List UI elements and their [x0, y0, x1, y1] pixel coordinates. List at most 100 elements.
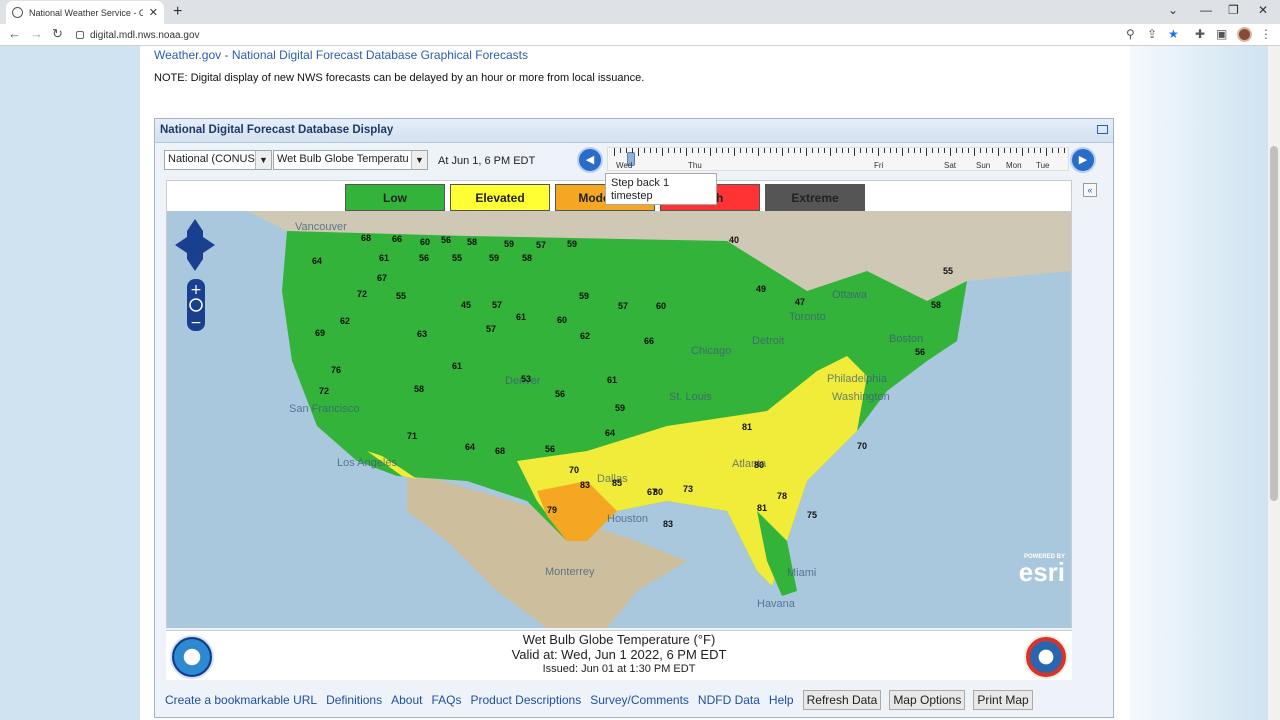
- forecast-value: 55: [943, 266, 954, 276]
- footer-link[interactable]: About: [391, 693, 422, 707]
- timeline-tick: [728, 148, 729, 153]
- timeline-tick: [860, 148, 861, 153]
- timeline-tick: [746, 148, 747, 153]
- extensions-icon[interactable]: ✚: [1195, 27, 1205, 41]
- step-back-tooltip: Step back 1 timestep: [605, 173, 717, 205]
- step-forward-button[interactable]: ▶: [1070, 147, 1096, 173]
- footer-link[interactable]: Definitions: [326, 693, 382, 707]
- bookmark-star-icon[interactable]: ★: [1168, 27, 1179, 41]
- header-link[interactable]: Weather.gov - National Digital Forecast …: [154, 48, 528, 62]
- city-label: Toronto: [789, 311, 826, 323]
- collapse-sidebar-icon[interactable]: «: [1083, 183, 1097, 197]
- timeline-tick: [914, 148, 915, 153]
- url-field[interactable]: digital.mdl.nws.noaa.gov: [76, 26, 1116, 44]
- map-container: LowElevatedModerateHighExtreme Vancouver…: [166, 180, 1072, 628]
- timeline-tick: [662, 148, 663, 156]
- footer-link[interactable]: FAQs: [431, 693, 461, 707]
- step-back-button[interactable]: ◀: [577, 147, 603, 173]
- timeline-tick: [998, 148, 999, 156]
- svg-text:−: −: [190, 315, 202, 331]
- forecast-value: 53: [521, 374, 532, 384]
- footer-button[interactable]: Print Map: [973, 690, 1033, 710]
- forecast-value: 57: [618, 301, 629, 311]
- restore-icon[interactable]: ❐: [1228, 3, 1239, 17]
- close-window-icon[interactable]: ✕: [1258, 3, 1268, 17]
- forecast-value: 85: [612, 478, 623, 488]
- forward-icon[interactable]: →: [30, 26, 43, 41]
- timeline-tick: [644, 148, 645, 153]
- forecast-value: 66: [392, 234, 403, 244]
- footer-link[interactable]: NDFD Data: [698, 693, 760, 707]
- ndfd-panel: National Digital Forecast Database Displ…: [154, 118, 1114, 718]
- timeline-tick: [890, 148, 891, 153]
- bottom-links: Create a bookmarkable URL Definitions Abou…: [155, 685, 1113, 715]
- close-tab-icon[interactable]: ✕: [149, 6, 158, 19]
- forecast-value: 83: [663, 519, 674, 529]
- footer-button[interactable]: Refresh Data: [802, 690, 882, 710]
- back-icon[interactable]: ←: [8, 26, 21, 41]
- reload-icon[interactable]: ↻: [52, 26, 63, 42]
- timeline-tick: [788, 148, 789, 153]
- timeline-tick: [758, 148, 759, 156]
- share-icon[interactable]: ⇪: [1147, 27, 1157, 41]
- timeline-tick: [974, 148, 975, 156]
- forecast-value: 75: [807, 510, 818, 520]
- timeline-tick: [1052, 148, 1053, 153]
- minimize-icon[interactable]: —: [1200, 3, 1212, 17]
- minimize-panel-icon[interactable]: [1097, 125, 1108, 134]
- timeline-tick: [614, 148, 615, 156]
- timeline-tick: [884, 148, 885, 153]
- forecast-value: 59: [579, 291, 590, 301]
- forecast-value: 70: [569, 465, 580, 475]
- timeline-tick: [1010, 148, 1011, 153]
- timeline-tick: [812, 148, 813, 153]
- timeline-tick: [710, 148, 711, 156]
- city-label: Los Angeles: [337, 457, 397, 469]
- forecast-value: 60: [656, 301, 667, 311]
- forecast-value: 64: [605, 428, 616, 438]
- menu-icon[interactable]: ⋮: [1260, 27, 1272, 41]
- element-select[interactable]: Wet Bulb Globe Temperatu ▼: [273, 150, 428, 170]
- forecast-value: 81: [742, 422, 753, 432]
- timeline-tick: [1034, 148, 1035, 153]
- timeline-slider[interactable]: Wed Thu Fri Sat Sun Mon Tue: [607, 147, 1069, 171]
- city-label: Havana: [757, 598, 795, 610]
- forecast-value: 79: [547, 505, 558, 515]
- forecast-value: 64: [465, 442, 476, 452]
- forecast-map[interactable]: Vancouver Ottawa Toronto Chicago Detroit Bost…: [167, 211, 1071, 628]
- avatar[interactable]: [1237, 27, 1252, 42]
- tab-search-icon[interactable]: ⌄: [1168, 3, 1178, 17]
- footer-link[interactable]: Survey/Comments: [590, 693, 689, 707]
- timeline-day-label: Fri: [874, 161, 884, 170]
- region-select-value: National (CONUS: [168, 153, 255, 165]
- forecast-value: 58: [467, 237, 478, 247]
- new-tab-icon[interactable]: +: [173, 3, 182, 21]
- browser-tab[interactable]: National Weather Service - Grap ✕: [6, 1, 164, 24]
- timeline-tick: [1040, 148, 1041, 153]
- forecast-value: 56: [545, 444, 556, 454]
- zoom-icon[interactable]: ⚲: [1126, 27, 1135, 41]
- forecast-value: 55: [396, 291, 407, 301]
- timeline-tick: [716, 148, 717, 153]
- footer-button[interactable]: Map Options: [889, 690, 966, 710]
- scrollbar-thumb[interactable]: [1270, 146, 1278, 501]
- timeline-tick: [668, 148, 669, 153]
- footer-link[interactable]: Help: [769, 693, 794, 707]
- timeline-tick: [794, 148, 795, 153]
- timeline-tick: [992, 148, 993, 153]
- forecast-value: 66: [644, 336, 655, 346]
- forecast-value: 60: [557, 315, 568, 325]
- sidepanel-icon[interactable]: ▣: [1216, 27, 1227, 41]
- forecast-value: 61: [452, 361, 463, 371]
- timeline-tick: [770, 148, 771, 153]
- step-forward-icon: ▶: [1078, 154, 1088, 166]
- timeline-day-label: Sun: [976, 161, 991, 170]
- legend-item: Extreme: [765, 184, 865, 211]
- scrollbar[interactable]: [1268, 46, 1280, 720]
- footer-link[interactable]: Create a bookmarkable URL: [165, 693, 317, 707]
- esri-logo: POWERED BY esri: [1019, 554, 1065, 585]
- region-select[interactable]: National (CONUS ▼: [164, 150, 272, 170]
- footer-link[interactable]: Product Descriptions: [470, 693, 581, 707]
- timeline-tick: [854, 148, 855, 156]
- pan-arrows-icon[interactable]: + −: [175, 219, 215, 334]
